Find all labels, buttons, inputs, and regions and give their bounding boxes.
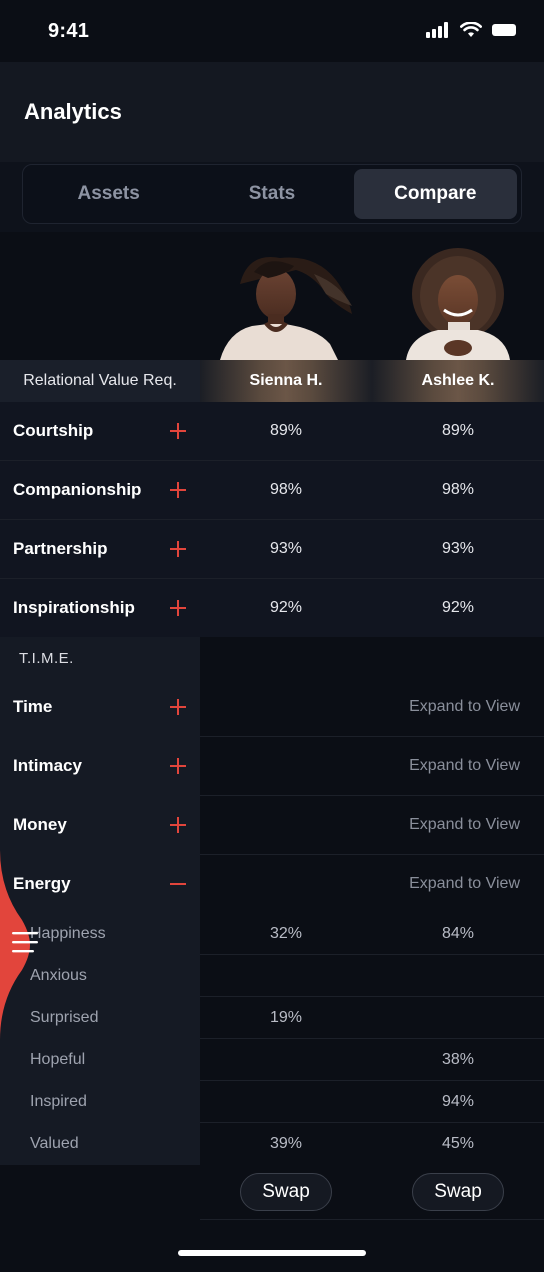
energy-item-label: Inspired — [30, 1093, 87, 1110]
energy-value-ashlee: 38% — [441, 1051, 475, 1068]
segmented-tabs: Assets Stats Compare — [22, 164, 522, 224]
expand-to-view[interactable]: Expand to View — [409, 796, 520, 854]
energy-value-sienna — [200, 1081, 372, 1123]
energy-item-surprised: Surprised 19% — [0, 997, 544, 1039]
energy-item-hopeful: Hopeful 38% — [0, 1039, 544, 1081]
time-row-money[interactable]: Money Expand to View — [0, 796, 544, 855]
person-name-ashlee: Ashlee K. — [372, 360, 544, 402]
side-menu-tab[interactable] — [0, 850, 60, 1040]
tab-assets[interactable]: Assets — [27, 169, 190, 219]
energy-value-ashlee: 84% — [441, 925, 475, 942]
table-row-inspirationship: Inspirationship 92% 92% — [0, 579, 544, 638]
person-name-sienna: Sienna H. — [200, 360, 372, 402]
row-label: Partnership — [13, 539, 108, 558]
row-label: Intimacy — [13, 756, 82, 775]
app-header: Analytics — [0, 62, 544, 162]
relational-value-header: Relational Value Req. — [0, 360, 200, 402]
status-time: 9:41 — [48, 20, 90, 42]
row-value-ashlee: 93% — [441, 540, 475, 557]
plus-icon[interactable] — [166, 754, 190, 778]
expand-to-view[interactable]: Expand to View — [409, 737, 520, 795]
battery-icon — [492, 24, 516, 36]
profile-photo-ashlee — [406, 248, 510, 360]
tab-stats[interactable]: Stats — [190, 169, 353, 219]
page-title: Analytics — [24, 99, 122, 124]
time-row-time[interactable]: Time Expand to View — [0, 678, 544, 737]
swap-button-sienna[interactable]: Swap — [240, 1173, 332, 1211]
plus-icon[interactable] — [166, 813, 190, 837]
row-label: Companionship — [13, 480, 142, 499]
row-label: Courtship — [13, 421, 94, 440]
swap-row: Swap Swap — [200, 1165, 544, 1220]
row-value-ashlee: 92% — [441, 599, 475, 616]
row-value-sienna: 89% — [269, 422, 303, 439]
expand-to-view[interactable]: Expand to View — [409, 678, 520, 736]
time-row-energy[interactable]: Energy Expand to View — [0, 855, 544, 914]
energy-item-anxious: Anxious — [0, 955, 544, 997]
row-value-sienna: 98% — [269, 481, 303, 498]
time-row-intimacy[interactable]: Intimacy Expand to View — [0, 737, 544, 796]
row-value-sienna: 93% — [269, 540, 303, 557]
plus-icon[interactable] — [166, 596, 190, 620]
energy-item-happiness: Happiness 32% 84% — [0, 913, 544, 955]
signal-icon — [426, 22, 448, 38]
home-indicator — [178, 1250, 366, 1256]
plus-icon[interactable] — [166, 419, 190, 443]
plus-icon[interactable] — [166, 695, 190, 719]
row-value-ashlee: 89% — [441, 422, 475, 439]
energy-value-ashlee: 45% — [441, 1135, 475, 1152]
row-value-sienna: 92% — [269, 599, 303, 616]
plus-icon[interactable] — [166, 478, 190, 502]
profile-photo-sienna — [220, 257, 352, 360]
row-label: Inspirationship — [13, 598, 135, 617]
energy-item-inspired: Inspired 94% — [0, 1081, 544, 1123]
energy-value-sienna — [200, 1039, 372, 1081]
energy-item-label: Valued — [30, 1135, 79, 1152]
tab-compare[interactable]: Compare — [353, 169, 517, 219]
row-label: Money — [13, 815, 67, 834]
minus-icon[interactable] — [166, 872, 190, 896]
tabs-container: Assets Stats Compare — [0, 162, 544, 232]
relational-rows: Courtship 89% 89% Companionship 98% 98% … — [0, 402, 544, 638]
energy-value-sienna — [200, 955, 372, 997]
energy-item-label: Hopeful — [30, 1051, 86, 1068]
table-row-courtship: Courtship 89% 89% — [0, 402, 544, 461]
expand-to-view[interactable]: Expand to View — [409, 855, 520, 913]
energy-value-sienna: 32% — [269, 925, 303, 942]
table-row-partnership: Partnership 93% 93% — [0, 520, 544, 579]
swap-button-ashlee[interactable]: Swap — [412, 1173, 504, 1211]
section-title: T.I.M.E. — [19, 650, 74, 667]
row-value-ashlee: 98% — [441, 481, 475, 498]
row-label: Time — [13, 697, 53, 716]
wifi-icon — [460, 22, 482, 37]
energy-value-sienna: 19% — [269, 1009, 303, 1026]
status-bar: 9:41 — [0, 0, 544, 62]
table-row-companionship: Companionship 98% 98% — [0, 461, 544, 520]
energy-value-ashlee — [372, 955, 544, 997]
energy-value-sienna: 39% — [269, 1135, 303, 1152]
status-icons — [426, 22, 518, 38]
compare-table-header: Relational Value Req. Sienna H. Ashlee K… — [0, 360, 544, 402]
energy-item-valued: Valued 39% 45% — [0, 1123, 544, 1165]
plus-icon[interactable] — [166, 537, 190, 561]
energy-value-ashlee — [372, 997, 544, 1039]
energy-value-ashlee: 94% — [441, 1093, 475, 1110]
